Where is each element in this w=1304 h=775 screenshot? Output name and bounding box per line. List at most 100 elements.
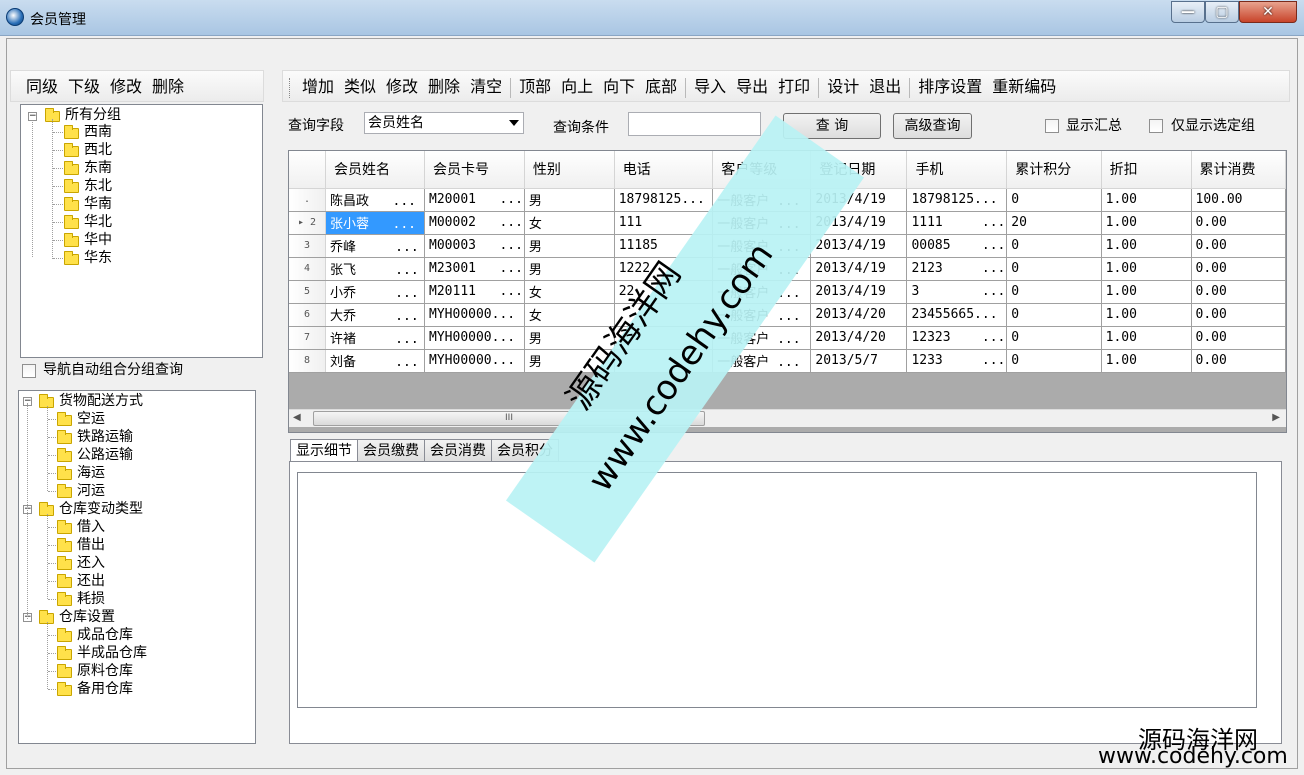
tree-node-item[interactable]: 耗损 bbox=[77, 590, 105, 608]
sort-settings-button[interactable]: 排序设置 bbox=[913, 71, 987, 103]
table-cell[interactable]: 1.00 bbox=[1101, 257, 1192, 281]
add-button[interactable]: 增加 bbox=[297, 71, 339, 103]
table-cell[interactable]: 女 bbox=[524, 280, 615, 304]
tree-node-item[interactable]: 成品仓库 bbox=[77, 626, 133, 644]
clear-button[interactable]: 清空 bbox=[465, 71, 507, 103]
table-cell[interactable]: 1233 ... bbox=[906, 349, 1008, 373]
import-button[interactable]: 导入 bbox=[689, 71, 731, 103]
table-cell[interactable]: 2013/4/20 bbox=[810, 303, 908, 327]
row-header[interactable]: 4 bbox=[289, 257, 327, 281]
tree-node-item[interactable]: 借出 bbox=[77, 536, 105, 554]
table-cell[interactable]: 刘备 ... bbox=[325, 349, 426, 373]
row-header[interactable]: 3 bbox=[289, 234, 327, 258]
table-cell[interactable]: 23455665... bbox=[906, 303, 1008, 327]
table-cell[interactable]: 0 bbox=[1006, 234, 1102, 258]
exit-button[interactable]: 退出 bbox=[864, 71, 906, 103]
up-button[interactable]: 向上 bbox=[556, 71, 598, 103]
column-header[interactable]: 性别 bbox=[524, 151, 615, 189]
table-row[interactable]: 7 许褚 ... MYH00000... 男一般客户 ... 2013/4/20 1232… bbox=[289, 326, 1286, 350]
table-cell[interactable]: 20 bbox=[1006, 211, 1102, 235]
tree-node-group[interactable]: 华东 bbox=[84, 249, 112, 267]
column-header[interactable]: 会员姓名 bbox=[325, 151, 426, 189]
table-cell[interactable]: 男 bbox=[524, 257, 615, 281]
sub-level-button[interactable]: 下级 bbox=[63, 71, 105, 103]
toolbar-grip[interactable] bbox=[289, 78, 293, 98]
delete-button[interactable]: 删除 bbox=[423, 71, 465, 103]
tree-node-item[interactable]: 借入 bbox=[77, 518, 105, 536]
grid-horizontal-scrollbar[interactable]: ◀ III ▶ bbox=[289, 409, 1286, 427]
table-cell[interactable]: 2013/4/19 bbox=[810, 257, 908, 281]
nav-auto-group-checkbox[interactable] bbox=[22, 364, 36, 378]
tree-node-group[interactable]: 华北 bbox=[84, 213, 112, 231]
print-button[interactable]: 打印 bbox=[773, 71, 815, 103]
collapse-icon[interactable]: − bbox=[28, 112, 37, 121]
table-cell[interactable]: 1.00 bbox=[1101, 234, 1192, 258]
table-cell[interactable]: 许褚 ... bbox=[325, 326, 426, 350]
maximize-button[interactable]: ▢ bbox=[1205, 1, 1239, 23]
table-cell[interactable]: 0 bbox=[1006, 303, 1102, 327]
row-header[interactable]: 8 bbox=[289, 349, 327, 373]
table-cell[interactable]: 0 bbox=[1006, 326, 1102, 350]
table-row[interactable]: 8 刘备 ... MYH00000... 男一般客户 ... 2013/5/7 1233 … bbox=[289, 349, 1286, 373]
category-tree[interactable]: − 货物配送方式 空运 铁路运输 公路运输 海运 河运 − 仓库变动类型 借入 借出 还入 还出 耗损 − 仓… bbox=[18, 390, 256, 744]
table-cell[interactable]: 1111 ... bbox=[906, 211, 1008, 235]
tree-node-item[interactable]: 原料仓库 bbox=[77, 662, 133, 680]
table-cell[interactable]: 1.00 bbox=[1101, 349, 1192, 373]
minimize-button[interactable]: — bbox=[1171, 1, 1205, 23]
table-cell[interactable]: 乔峰 ... bbox=[325, 234, 426, 258]
table-cell[interactable]: 2013/4/20 bbox=[810, 326, 908, 350]
tree-node-group[interactable]: 东南 bbox=[84, 159, 112, 177]
table-cell[interactable]: 0 bbox=[1006, 188, 1102, 212]
table-cell[interactable]: 1.00 bbox=[1101, 211, 1192, 235]
table-cell[interactable]: 陈昌政 ... bbox=[325, 188, 426, 212]
table-cell[interactable]: 0 bbox=[1006, 257, 1102, 281]
tree-node-item[interactable]: 备用仓库 bbox=[77, 680, 133, 698]
table-cell[interactable]: M23001 ... bbox=[424, 257, 525, 281]
table-cell[interactable]: MYH00000... bbox=[424, 326, 525, 350]
table-cell[interactable]: MYH00000... bbox=[424, 303, 525, 327]
tree-node-category[interactable]: 仓库变动类型 bbox=[59, 500, 143, 518]
tab-member-consumption[interactable]: 会员消费 bbox=[424, 439, 492, 463]
table-cell[interactable]: 12323 ... bbox=[906, 326, 1008, 350]
similar-button[interactable]: 类似 bbox=[339, 71, 381, 103]
tree-node-item[interactable]: 河运 bbox=[77, 482, 105, 500]
tree-node-item[interactable]: 半成品仓库 bbox=[77, 644, 147, 662]
tree-node-category[interactable]: 仓库设置 bbox=[59, 608, 115, 626]
table-cell[interactable]: 1.00 bbox=[1101, 326, 1192, 350]
design-button[interactable]: 设计 bbox=[822, 71, 864, 103]
row-header[interactable]: ▸ 2 bbox=[289, 211, 327, 235]
table-cell[interactable]: 18798125... bbox=[906, 188, 1008, 212]
table-cell[interactable]: M00003 ... bbox=[424, 234, 525, 258]
table-cell[interactable]: 小乔 ... bbox=[325, 280, 426, 304]
close-button[interactable]: ✕ bbox=[1239, 1, 1297, 23]
table-cell[interactable]: 男 bbox=[524, 188, 615, 212]
table-cell[interactable]: 0 bbox=[1006, 349, 1102, 373]
row-header[interactable]: 7 bbox=[289, 326, 327, 350]
table-cell[interactable]: 女 bbox=[524, 211, 615, 235]
top-button[interactable]: 顶部 bbox=[514, 71, 556, 103]
tree-node-item[interactable]: 海运 bbox=[77, 464, 105, 482]
edit-group-button[interactable]: 修改 bbox=[105, 71, 147, 103]
column-header[interactable]: 手机 bbox=[906, 151, 1008, 189]
scroll-left-icon[interactable]: ◀ bbox=[293, 412, 301, 423]
table-cell[interactable]: 0.00 bbox=[1191, 211, 1286, 235]
table-cell[interactable]: 2123 ... bbox=[906, 257, 1008, 281]
table-cell[interactable]: 3 ... bbox=[906, 280, 1008, 304]
tree-node-all-groups[interactable]: 所有分组 bbox=[65, 106, 121, 124]
tree-node-item[interactable]: 还入 bbox=[77, 554, 105, 572]
export-button[interactable]: 导出 bbox=[731, 71, 773, 103]
table-cell[interactable]: 2013/4/19 bbox=[810, 280, 908, 304]
tree-node-group[interactable]: 西北 bbox=[84, 141, 112, 159]
row-header[interactable]: 5 bbox=[289, 280, 327, 304]
group-tree[interactable]: − 所有分组 西南 西北 东南 东北 华南 华北 华中 华东 bbox=[20, 104, 263, 358]
table-cell[interactable]: 大乔 ... bbox=[325, 303, 426, 327]
table-cell[interactable]: 0.00 bbox=[1191, 303, 1286, 327]
table-cell[interactable]: 00085 ... bbox=[906, 234, 1008, 258]
tree-node-group[interactable]: 东北 bbox=[84, 177, 112, 195]
tree-node-group[interactable]: 西南 bbox=[84, 123, 112, 141]
table-cell[interactable]: 2013/4/19 bbox=[810, 234, 908, 258]
tree-node-item[interactable]: 还出 bbox=[77, 572, 105, 590]
tree-node-item[interactable]: 空运 bbox=[77, 410, 105, 428]
column-header[interactable]: 累计积分 bbox=[1006, 151, 1102, 189]
table-cell[interactable]: 100.00 bbox=[1191, 188, 1286, 212]
